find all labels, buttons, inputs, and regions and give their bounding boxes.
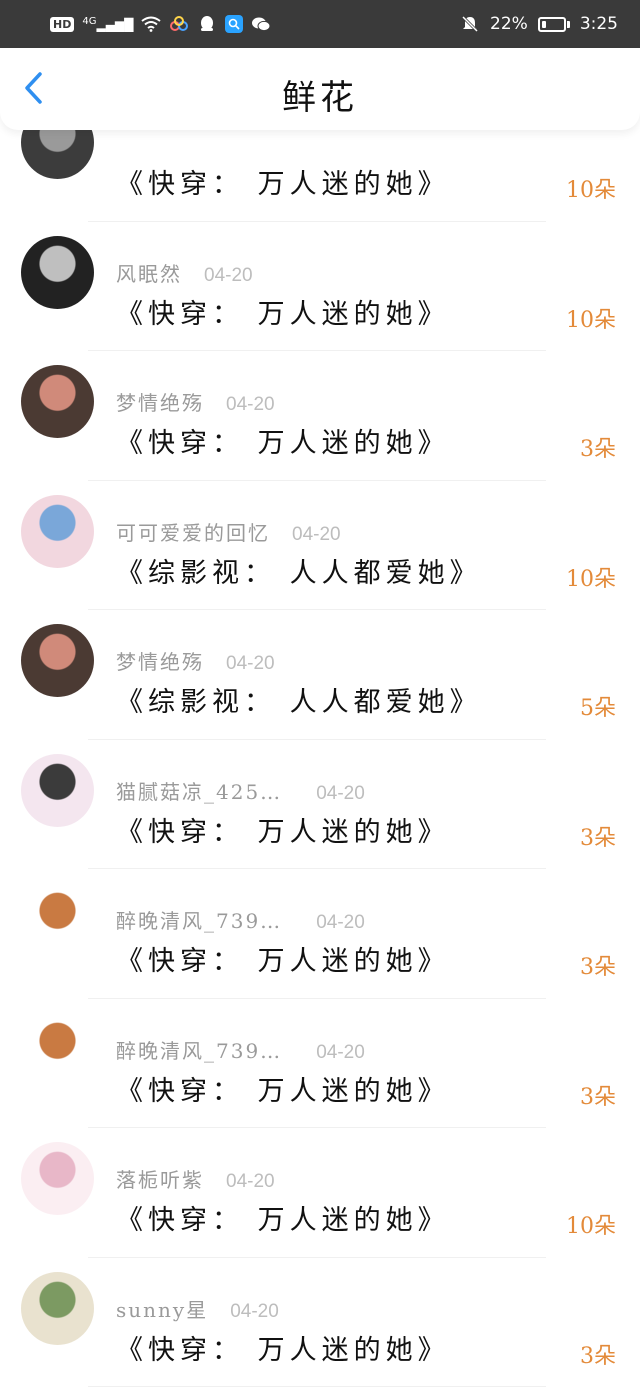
list-item[interactable]: 落栀听紫 04-20 《快穿： 万人迷的她》 10朵 (0, 1128, 640, 1258)
username[interactable]: 落栀听紫 (116, 1164, 204, 1193)
avatar[interactable] (21, 365, 94, 438)
date: 04-20 (226, 394, 275, 415)
flower-count: 10朵 (566, 566, 616, 592)
avatar[interactable] (21, 494, 94, 568)
status-right: 22% 3:25 (460, 14, 618, 34)
username[interactable]: 梦情绝殇 (116, 387, 204, 416)
book-title[interactable]: 《快穿： 万人迷的她》 (116, 292, 450, 331)
date: 04-20 (204, 264, 253, 286)
username[interactable]: 可可爱爱的回忆 (116, 517, 270, 546)
list-item[interactable]: 风眠然 04-20 《快穿： 万人迷的她》 10朵 (0, 222, 640, 351)
book-title[interactable]: 《快穿： 万人迷的她》 (116, 1198, 450, 1237)
username[interactable]: 醉晚清风_739… (116, 905, 282, 934)
date: 04-20 (316, 782, 365, 804)
date: 04-20 (316, 1041, 365, 1063)
user-meta: 梦情绝殇 04-20 (116, 646, 275, 675)
avatar[interactable] (21, 1012, 94, 1086)
username[interactable]: 醉晚清风_739… (116, 1035, 282, 1064)
book-title[interactable]: 《综影视： 人人都爱她》 (116, 680, 482, 719)
username[interactable]: 风眠然 (116, 258, 182, 287)
date: 04-20 (292, 523, 341, 545)
user-meta: 醉晚清风_739… 04-20 (116, 1035, 365, 1064)
header-bar: 鲜花 (0, 48, 640, 130)
book-title[interactable]: 《快穿： 万人迷的她》 (116, 162, 450, 201)
flower-count: 5朵 (580, 696, 616, 721)
avatar[interactable] (21, 883, 94, 956)
flower-count: 3朵 (580, 1343, 616, 1369)
username[interactable]: 梦情绝殇 (116, 646, 204, 675)
avatar[interactable] (21, 235, 94, 309)
flower-count: 3朵 (580, 1084, 616, 1110)
battery-icon (537, 16, 570, 32)
page-title: 鲜花 (282, 78, 358, 118)
user-meta: 醉晚清风_739… 04-20 (116, 905, 365, 934)
avatar[interactable] (21, 1271, 94, 1345)
battery-fill (541, 20, 546, 28)
wechat-icon (251, 14, 271, 34)
user-meta: sunny星 04-20 (116, 1294, 279, 1323)
mute-icon (460, 14, 480, 34)
list-item[interactable]: 醉晚清风_739… 04-20 《快穿： 万人迷的她》 3朵 (0, 999, 640, 1128)
flower-count: 3朵 (580, 437, 616, 462)
list-item[interactable]: 猫腻菇凉_425… 04-20 《快穿： 万人迷的她》 3朵 (0, 740, 640, 869)
date: 04-20 (226, 1171, 275, 1192)
book-title[interactable]: 《快穿： 万人迷的她》 (116, 1328, 450, 1367)
list-item[interactable]: 可可爱爱的回忆 04-20 《综影视： 人人都爱她》 10朵 (0, 481, 640, 610)
date: 04-20 (226, 653, 275, 674)
battery-percent: 22% (490, 14, 528, 34)
user-meta: 落栀听紫 04-20 (116, 1164, 275, 1193)
signal-icon: 4G▂▄▆█ (82, 16, 134, 32)
username[interactable]: sunny星 (116, 1294, 208, 1323)
clock: 3:25 (579, 14, 618, 34)
user-meta: 风眠然 04-20 (116, 258, 253, 287)
list-item[interactable]: 梦情绝殇 04-20 《快穿： 万人迷的她》 3朵 (0, 351, 640, 481)
hd-icon: HD (50, 16, 75, 32)
app-icon (169, 14, 189, 34)
date: 04-20 (230, 1300, 279, 1322)
flower-count: 10朵 (566, 1214, 616, 1239)
avatar[interactable] (21, 753, 94, 827)
list-item[interactable]: sunny星 04-20 《快穿： 万人迷的她》 3朵 (0, 1258, 640, 1387)
status-bar: HD 4G▂▄▆█ 22% 3:25 (0, 0, 640, 48)
flower-record-list: 《快穿： 万人迷的她》 10朵 风眠然 04-20 《快穿： 万人迷的她》 10朵 梦情绝殇… (0, 106, 640, 1387)
flower-count: 10朵 (566, 307, 616, 333)
flower-count: 10朵 (566, 178, 616, 203)
book-title[interactable]: 《快穿： 万人迷的她》 (116, 1069, 450, 1108)
book-title[interactable]: 《快穿： 万人迷的她》 (116, 939, 450, 978)
avatar[interactable] (21, 1142, 94, 1215)
user-meta: 梦情绝殇 04-20 (116, 387, 275, 416)
username[interactable]: 猫腻菇凉_425… (116, 776, 282, 805)
flower-count: 3朵 (580, 825, 616, 851)
date: 04-20 (316, 912, 365, 933)
list-item[interactable]: 醉晚清风_739… 04-20 《快穿： 万人迷的她》 3朵 (0, 869, 640, 999)
book-title[interactable]: 《快穿： 万人迷的她》 (116, 421, 450, 460)
status-left: HD 4G▂▄▆█ (50, 14, 271, 34)
user-meta: 可可爱爱的回忆 04-20 (116, 517, 341, 546)
list-item[interactable]: 梦情绝殇 04-20 《综影视： 人人都爱她》 5朵 (0, 610, 640, 740)
wifi-icon (141, 14, 162, 34)
avatar[interactable] (21, 624, 94, 697)
book-title[interactable]: 《综影视： 人人都爱她》 (116, 551, 482, 590)
user-meta: 猫腻菇凉_425… 04-20 (116, 776, 365, 805)
search-icon (225, 15, 244, 33)
book-title[interactable]: 《快穿： 万人迷的她》 (116, 810, 450, 849)
network-type: 4G (82, 16, 97, 27)
qq-icon (197, 14, 217, 34)
flower-count: 3朵 (580, 955, 616, 980)
